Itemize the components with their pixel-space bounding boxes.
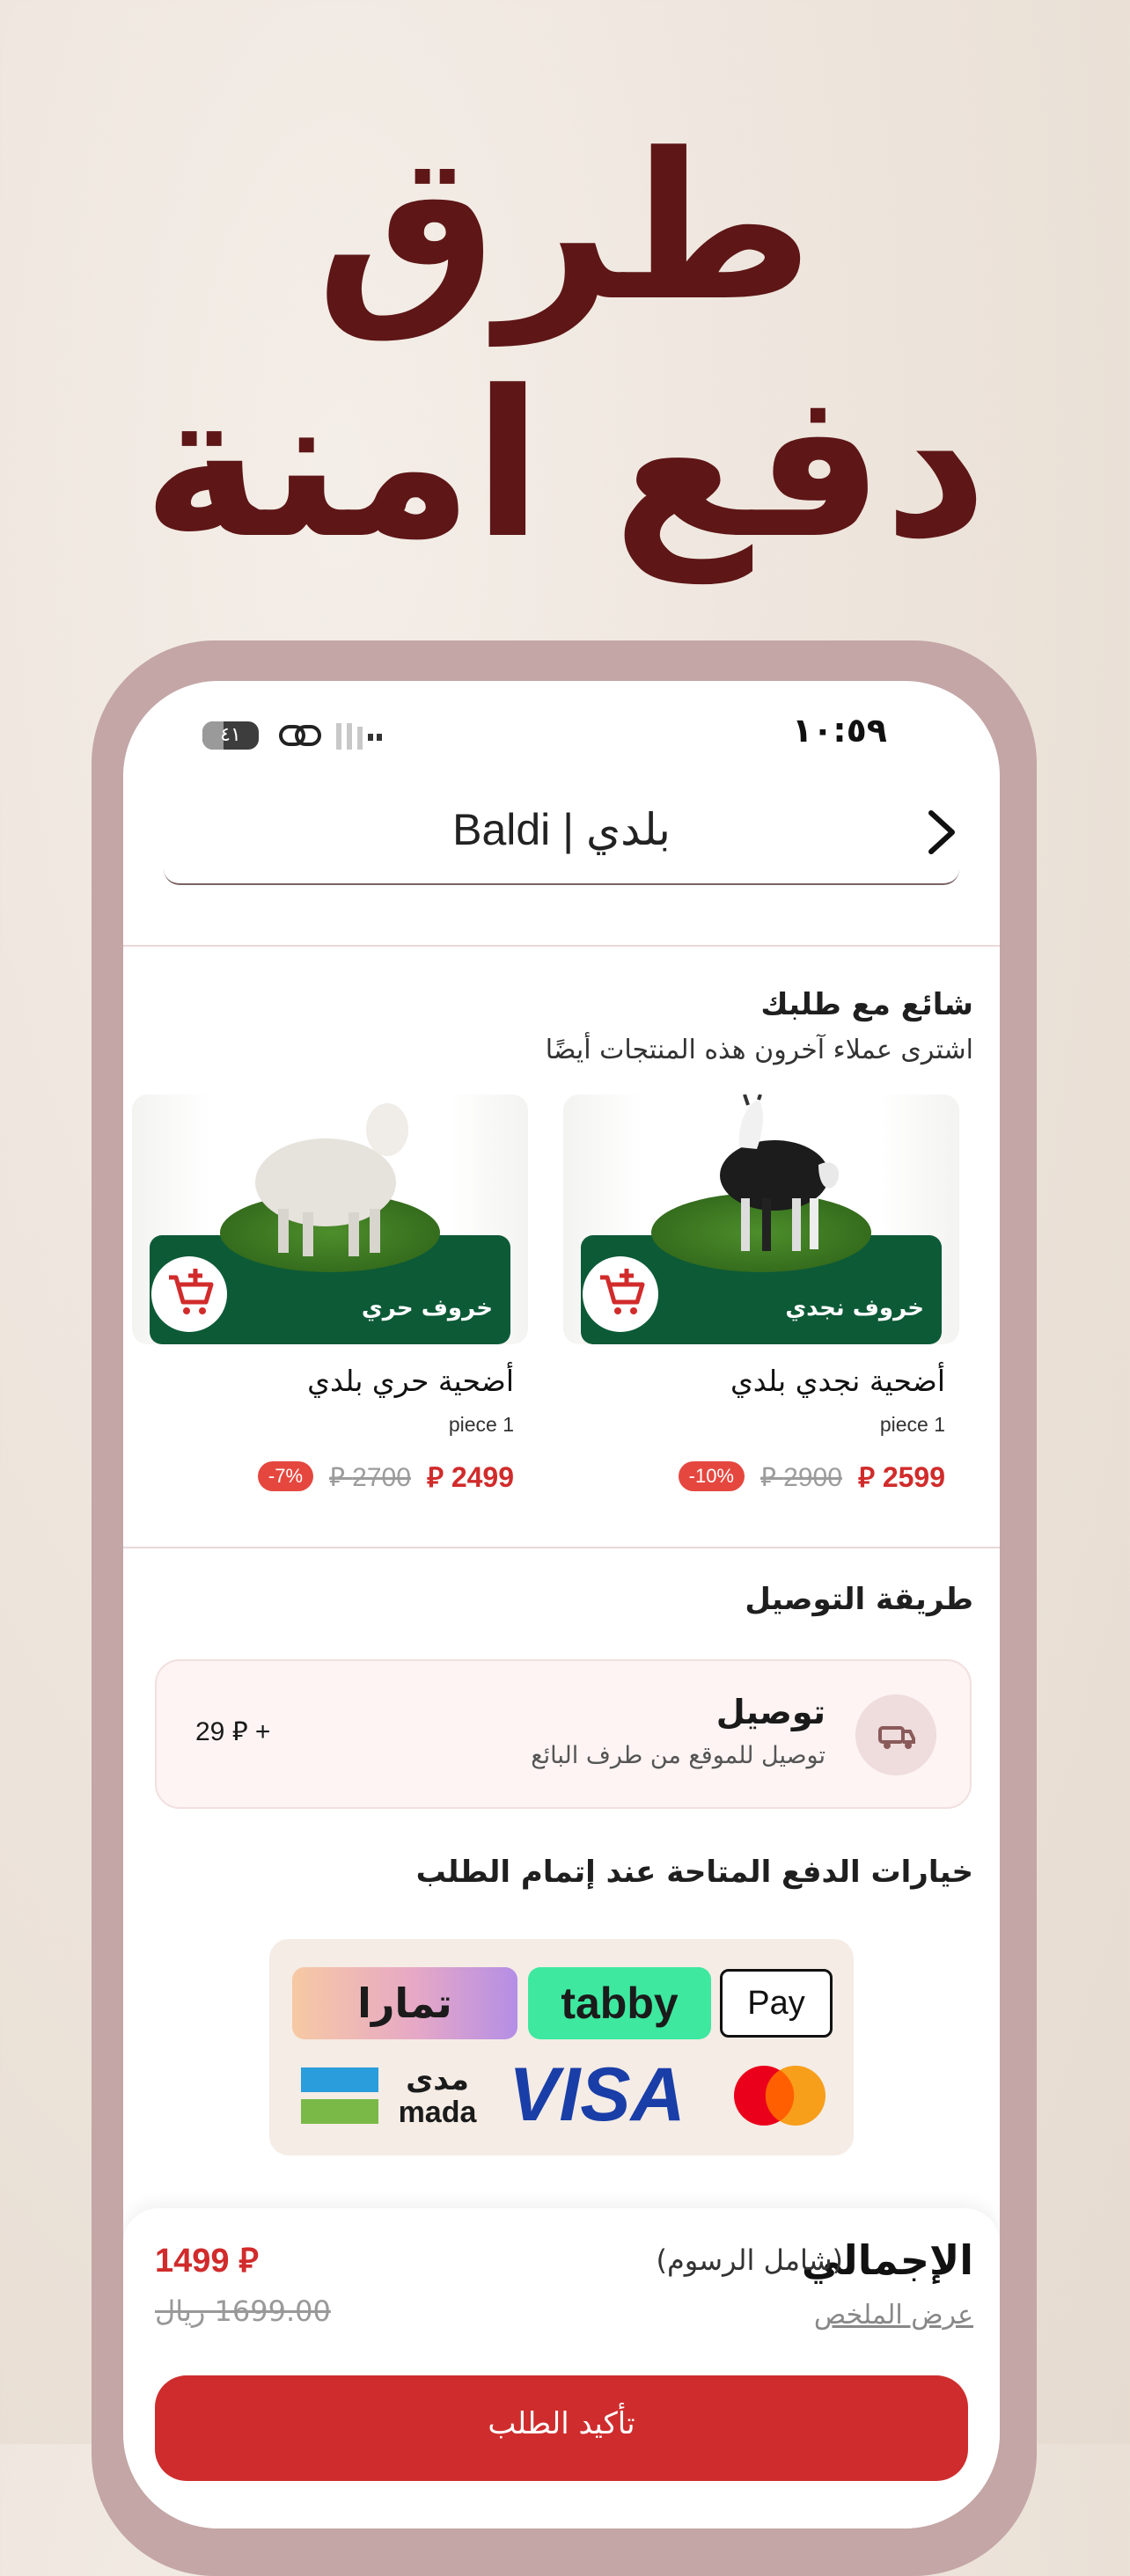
product-qty: piece 1 bbox=[448, 1413, 514, 1436]
price-row: 2599 ⃁ 2900 ⃁ 10%- bbox=[678, 1457, 945, 1496]
product-price: 2599 ⃁ bbox=[857, 1461, 945, 1493]
price-row: 2499 ⃁ 2700 ⃁ 7%- bbox=[257, 1457, 514, 1496]
mada-logo: مدى mada bbox=[301, 2062, 488, 2129]
product-price: 2499 ⃁ bbox=[426, 1461, 514, 1493]
product-image: خروف نجدي bbox=[563, 1094, 959, 1344]
black-sheep-image bbox=[720, 1094, 840, 1251]
delivery-option-title: توصيل bbox=[715, 1693, 825, 1731]
summary-link[interactable]: عرض الملخص bbox=[814, 2300, 973, 2331]
delivery-option-subtitle: توصيل للموقع من طرف البائع bbox=[531, 1742, 825, 1769]
cart-plus-icon bbox=[169, 1269, 214, 1314]
chevron-right-icon[interactable] bbox=[924, 808, 959, 857]
discount-badge: 10%- bbox=[678, 1461, 745, 1491]
mastercard-logo bbox=[734, 2066, 825, 2126]
product-banner-text: خروف نجدي bbox=[785, 1295, 924, 1321]
product-name: أضحية نجدي بلدي bbox=[730, 1364, 945, 1398]
product-name: أضحية حري بلدي bbox=[307, 1364, 514, 1398]
battery-level: ٤١ bbox=[220, 724, 241, 746]
add-to-cart-button[interactable] bbox=[583, 1256, 658, 1332]
product-banner-text: خروف حري bbox=[361, 1295, 493, 1321]
delivery-icon bbox=[855, 1694, 936, 1775]
page-title: Baldi | بلدي bbox=[452, 805, 671, 854]
divider bbox=[123, 1547, 1000, 1548]
product-card[interactable]: خروف نجدي أضحية نجدي بلدي piece 1 2599 ⃁… bbox=[563, 1094, 959, 1570]
delivery-option-price: 29 ⃁ + bbox=[195, 1717, 271, 1746]
product-image: خروف حري bbox=[132, 1094, 528, 1344]
apple-pay-logo: Pay bbox=[720, 1969, 833, 2038]
delivery-title: طريقة التوصيل bbox=[745, 1582, 973, 1617]
white-sheep-image bbox=[255, 1103, 408, 1256]
phone-screen: ١٠:٥٩ ٤١ Baldi | بلدي شائع مع طلبك اشترى… bbox=[123, 681, 1000, 2528]
divider bbox=[123, 945, 1000, 947]
product-old-price: 2900 ⃁ bbox=[760, 1462, 842, 1492]
total-note: (شامل الرسوم) bbox=[656, 2243, 843, 2277]
cart-plus-icon bbox=[600, 1269, 645, 1314]
delivery-option[interactable]: توصيل توصيل للموقع من طرف البائع 29 ⃁ + bbox=[155, 1659, 972, 1809]
signal-icon bbox=[336, 723, 382, 750]
page-header: Baldi | بلدي bbox=[164, 778, 959, 885]
confirm-order-button[interactable]: تأكيد الطلب bbox=[155, 2375, 968, 2481]
link-icon bbox=[279, 725, 321, 746]
battery-icon: ٤١ bbox=[202, 721, 259, 750]
status-time: ١٠:٥٩ bbox=[792, 711, 887, 750]
popular-subtitle: اشترى عملاء آخرون هذه المنتجات أيضًا bbox=[545, 1035, 973, 1065]
visa-logo: VISA bbox=[509, 2053, 686, 2137]
add-to-cart-button[interactable] bbox=[151, 1256, 227, 1332]
promo-headline-line1: طرق bbox=[316, 111, 814, 346]
product-card[interactable]: خروف حري أضحية حري بلدي piece 1 2499 ⃁ 2… bbox=[132, 1094, 528, 1570]
payments-title: خيارات الدفع المتاحة عند إتمام الطلب bbox=[415, 1855, 973, 1890]
promo-headline-line2: دفع امنة bbox=[142, 348, 988, 583]
order-total-panel: الإجمالي (شامل الرسوم) عرض الملخص 1499 ⃁… bbox=[123, 2208, 1000, 2528]
total-price: 1499 ⃁ bbox=[155, 2243, 259, 2280]
product-old-price: 2700 ⃁ bbox=[329, 1462, 411, 1492]
product-qty: piece 1 bbox=[879, 1413, 945, 1436]
total-old-price: 1699.00 ريال bbox=[155, 2294, 331, 2328]
status-bar: ١٠:٥٩ ٤١ bbox=[123, 711, 1000, 764]
popular-title: شائع مع طلبك bbox=[760, 987, 973, 1022]
tabby-logo: tabby bbox=[528, 1967, 711, 2039]
payment-logos-panel: تمارا tabby Pay مدى mada VISA bbox=[269, 1939, 854, 2155]
discount-badge: 7%- bbox=[257, 1461, 313, 1491]
tamara-logo: تمارا bbox=[292, 1967, 517, 2039]
